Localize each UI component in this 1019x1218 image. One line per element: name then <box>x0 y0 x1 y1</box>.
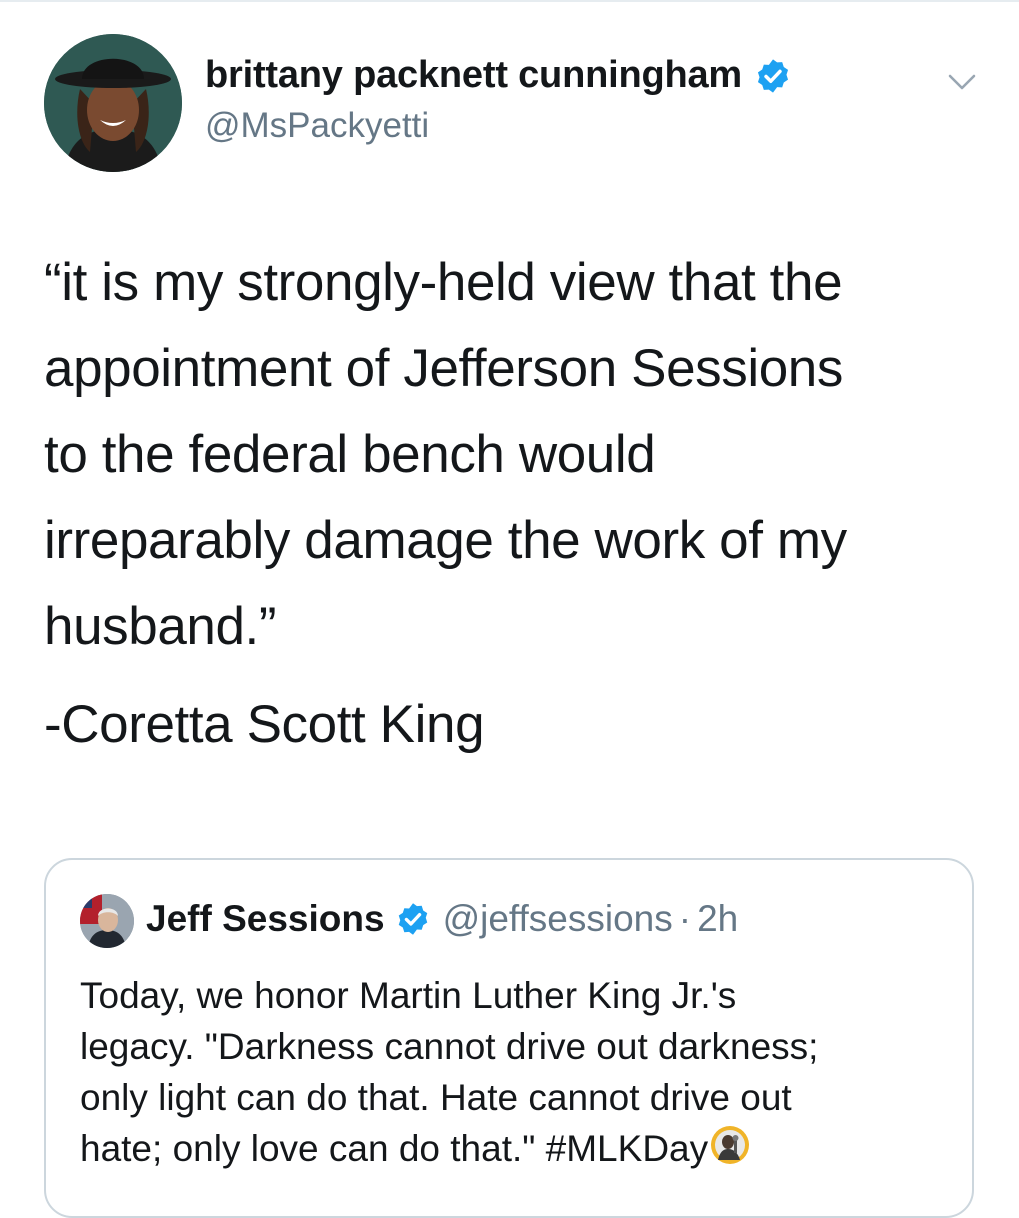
author-display-name[interactable]: brittany packnett cunningham <box>205 54 742 97</box>
quoted-profile-photo-icon <box>80 894 134 948</box>
quoted-text-line: Today, we honor Martin Luther King Jr.'s <box>80 975 737 1016</box>
profile-photo-avatar-icon <box>44 34 182 172</box>
tweet-attribution: -Coretta Scott King <box>44 695 485 754</box>
quoted-author-avatar[interactable] <box>80 894 134 948</box>
quoted-text-line: legacy. "Darkness cannot drive out darkn… <box>80 1026 819 1067</box>
mlk-hashflag-emoji-icon <box>710 1125 750 1165</box>
header-separator: · <box>678 898 692 939</box>
tweet-text: “it is my strongly-held view that the ap… <box>44 240 974 670</box>
author-name-row: brittany packnett cunningham <box>205 54 792 97</box>
quoted-tweet-header: Jeff Sessions @jeffsessions · 2h <box>146 898 738 940</box>
verified-badge-icon <box>395 901 431 937</box>
tweet-text-line: “it is my strongly-held view that the <box>44 253 843 312</box>
author-avatar[interactable] <box>44 34 182 172</box>
tweet-text-line: to the federal bench would <box>44 425 656 484</box>
quoted-author-name[interactable]: Jeff Sessions <box>146 898 385 940</box>
tweet-text-line: irreparably damage the work of my <box>44 511 847 570</box>
top-divider <box>0 0 1019 2</box>
quoted-tweet-card[interactable]: Jeff Sessions @jeffsessions · 2h Today, … <box>44 858 974 1218</box>
quoted-tweet-text: Today, we honor Martin Luther King Jr.'s… <box>80 970 960 1174</box>
quoted-text-line-last: hate; only love can do that." #MLKDay <box>80 1123 960 1174</box>
verified-badge-icon <box>754 57 792 95</box>
chevron-down-icon[interactable] <box>944 66 980 96</box>
author-handle[interactable]: @MsPackyetti <box>205 106 429 146</box>
quoted-author-handle[interactable]: @jeffsessions <box>443 898 673 940</box>
tweet-text-line: husband.” <box>44 597 277 656</box>
tweet-text-line: appointment of Jefferson Sessions <box>44 339 843 398</box>
quoted-text-line: only light can do that. Hate cannot driv… <box>80 1077 792 1118</box>
quoted-text-line: hate; only love can do that." #MLKDay <box>80 1128 709 1169</box>
quoted-tweet-timestamp[interactable]: 2h <box>697 898 738 940</box>
